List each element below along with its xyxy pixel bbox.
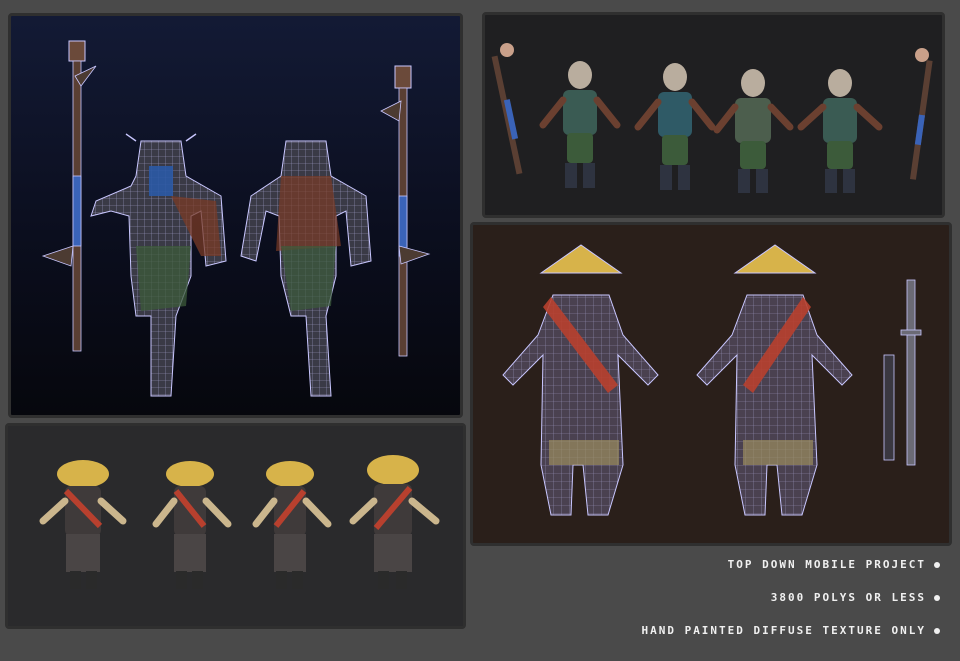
samurai-textured-1 <box>39 460 127 589</box>
textured-goat-panel <box>482 12 945 218</box>
staff-left <box>41 40 97 352</box>
staff-right <box>380 65 431 357</box>
goat-front-wireframe <box>90 133 227 397</box>
caption-project: TOP DOWN MOBILE PROJECT <box>728 558 940 571</box>
goat-textured-1 <box>539 61 621 188</box>
bullet-icon <box>934 594 940 601</box>
samurai-back-wireframe <box>696 244 853 516</box>
staff-textured-right <box>909 48 933 180</box>
staff-textured-left <box>491 43 523 175</box>
sword-wireframe <box>883 279 922 466</box>
caption-polys: 3800 POLYS OR LESS <box>771 591 940 604</box>
caption-texture-text: HAND PAINTED DIFFUSE TEXTURE ONLY <box>641 624 926 637</box>
wireframe-samurai-render <box>502 244 922 516</box>
caption-texture: HAND PAINTED DIFFUSE TEXTURE ONLY <box>641 624 940 637</box>
samurai-front-wireframe <box>502 244 659 516</box>
textured-samurai-render <box>39 455 440 589</box>
bullet-icon <box>934 627 940 634</box>
samurai-textured-2 <box>152 461 232 589</box>
caption-polys-text: 3800 POLYS OR LESS <box>770 591 926 604</box>
samurai-textured-4 <box>349 455 440 589</box>
samurai-textured-3 <box>252 461 332 589</box>
goat-textured-2 <box>634 63 716 190</box>
goat-textured-4 <box>797 69 883 193</box>
caption-project-text: TOP DOWN MOBILE PROJECT <box>727 558 926 571</box>
wireframe-goat-render <box>41 40 431 397</box>
wireframe-samurai-panel <box>470 222 952 546</box>
goat-back-wireframe <box>240 140 372 397</box>
textured-goat-render <box>491 43 933 193</box>
bullet-icon <box>934 561 940 568</box>
goat-textured-3 <box>713 69 794 193</box>
textured-samurai-panel <box>5 423 466 629</box>
wireframe-goat-panel <box>8 13 463 418</box>
